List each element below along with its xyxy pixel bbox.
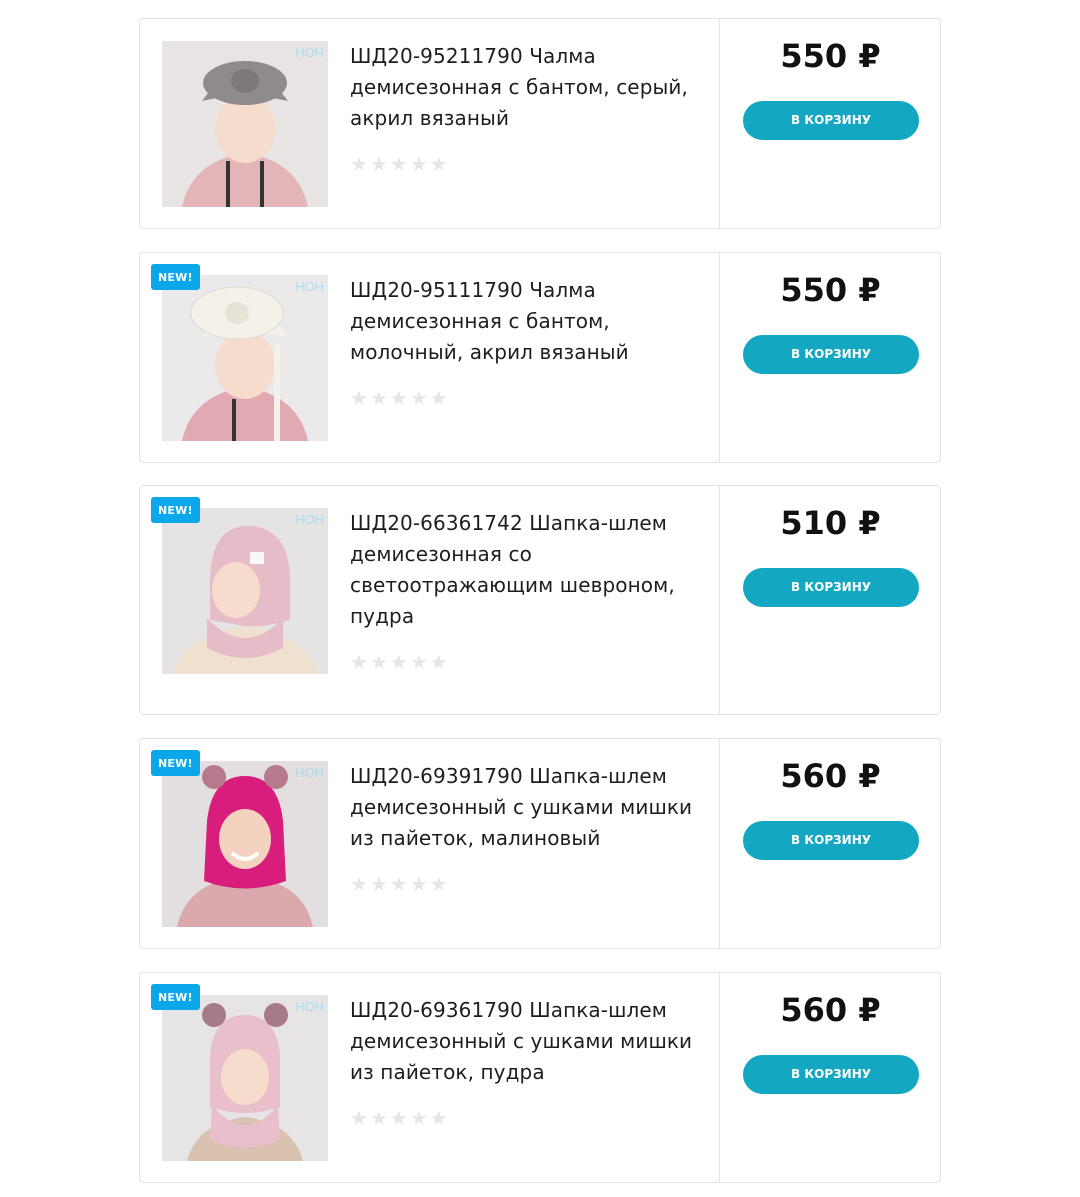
rating-stars[interactable]: ★ ★ ★ ★ ★ — [350, 1109, 448, 1129]
product-card: NEW! HOH ШД20-69361790 Шапка-шлем демисе… — [139, 972, 941, 1183]
product-photo — [162, 41, 328, 207]
product-title[interactable]: ШД20-95211790 Чалма демисезонная с банто… — [350, 41, 700, 134]
product-info: NEW! HOH ШД20-69361790 Шапка-шлем демисе… — [140, 973, 720, 1182]
product-price: 510 ₽ — [780, 504, 881, 542]
product-buy: 510 ₽ В КОРЗИНУ — [721, 486, 940, 714]
add-to-cart-button[interactable]: В КОРЗИНУ — [743, 101, 919, 140]
product-title[interactable]: ШД20-66361742 Шапка-шлем демисезонная со… — [350, 508, 700, 632]
rating-stars[interactable]: ★ ★ ★ ★ ★ — [350, 389, 448, 409]
product-info: HOH ШД20-95211790 Чалма демисезонная с б… — [140, 19, 720, 228]
add-to-cart-button[interactable]: В КОРЗИНУ — [743, 568, 919, 607]
product-title[interactable]: ШД20-95111790 Чалма демисезонная с банто… — [350, 275, 700, 368]
rating-stars[interactable]: ★ ★ ★ ★ ★ — [350, 155, 448, 175]
product-photo — [162, 761, 328, 927]
product-card: NEW! HOH ШД20-66361742 Шапка-шлем демисе… — [139, 485, 941, 715]
new-badge: NEW! — [151, 497, 200, 523]
star-icon[interactable]: ★ — [430, 653, 448, 673]
add-to-cart-button[interactable]: В КОРЗИНУ — [743, 821, 919, 860]
star-icon[interactable]: ★ — [370, 1109, 388, 1129]
add-to-cart-button[interactable]: В КОРЗИНУ — [743, 335, 919, 374]
new-badge: NEW! — [151, 264, 200, 290]
new-badge: NEW! — [151, 750, 200, 776]
star-icon[interactable]: ★ — [390, 653, 408, 673]
star-icon[interactable]: ★ — [370, 653, 388, 673]
star-icon[interactable]: ★ — [350, 875, 368, 895]
product-card: NEW! HOH ШД20-69391790 Шапка-шлем демисе… — [139, 738, 941, 949]
brand-logo-icon: HOH — [295, 765, 324, 780]
star-icon[interactable]: ★ — [430, 155, 448, 175]
product-list: HOH ШД20-95211790 Чалма демисезонная с б… — [0, 0, 1080, 1197]
new-badge: NEW! — [151, 984, 200, 1010]
star-icon[interactable]: ★ — [410, 1109, 428, 1129]
star-icon[interactable]: ★ — [350, 653, 368, 673]
star-icon[interactable]: ★ — [410, 875, 428, 895]
star-icon[interactable]: ★ — [410, 155, 428, 175]
star-icon[interactable]: ★ — [390, 155, 408, 175]
product-image[interactable]: HOH — [162, 761, 328, 927]
product-price: 550 ₽ — [780, 37, 881, 75]
product-buy: 560 ₽ В КОРЗИНУ — [721, 739, 940, 948]
product-title[interactable]: ШД20-69391790 Шапка-шлем демисезонный с … — [350, 761, 700, 854]
star-icon[interactable]: ★ — [370, 875, 388, 895]
product-image[interactable]: HOH — [162, 508, 328, 674]
star-icon[interactable]: ★ — [430, 875, 448, 895]
star-icon[interactable]: ★ — [350, 155, 368, 175]
add-to-cart-button[interactable]: В КОРЗИНУ — [743, 1055, 919, 1094]
star-icon[interactable]: ★ — [410, 653, 428, 673]
product-card: HOH ШД20-95211790 Чалма демисезонная с б… — [139, 18, 941, 229]
rating-stars[interactable]: ★ ★ ★ ★ ★ — [350, 875, 448, 895]
product-info: NEW! HOH ШД20-95111790 Чалма демисезонна… — [140, 253, 720, 462]
brand-logo-icon: HOH — [295, 999, 324, 1014]
star-icon[interactable]: ★ — [390, 389, 408, 409]
product-buy: 550 ₽ В КОРЗИНУ — [721, 253, 940, 462]
star-icon[interactable]: ★ — [410, 389, 428, 409]
product-price: 560 ₽ — [780, 991, 881, 1029]
product-photo — [162, 508, 328, 674]
product-price: 560 ₽ — [780, 757, 881, 795]
product-info: NEW! HOH ШД20-69391790 Шапка-шлем демисе… — [140, 739, 720, 948]
product-card: NEW! HOH ШД20-95111790 Чалма демисезонна… — [139, 252, 941, 463]
star-icon[interactable]: ★ — [390, 1109, 408, 1129]
product-price: 550 ₽ — [780, 271, 881, 309]
product-buy: 560 ₽ В КОРЗИНУ — [721, 973, 940, 1182]
brand-logo-icon: HOH — [295, 45, 324, 60]
brand-logo-icon: HOH — [295, 512, 324, 527]
product-image[interactable]: HOH — [162, 41, 328, 207]
product-photo — [162, 995, 328, 1161]
product-photo — [162, 275, 328, 441]
product-image[interactable]: HOH — [162, 995, 328, 1161]
star-icon[interactable]: ★ — [370, 389, 388, 409]
star-icon[interactable]: ★ — [430, 1109, 448, 1129]
star-icon[interactable]: ★ — [390, 875, 408, 895]
product-image[interactable]: HOH — [162, 275, 328, 441]
rating-stars[interactable]: ★ ★ ★ ★ ★ — [350, 653, 448, 673]
product-info: NEW! HOH ШД20-66361742 Шапка-шлем демисе… — [140, 486, 720, 714]
brand-logo-icon: HOH — [295, 279, 324, 294]
star-icon[interactable]: ★ — [430, 389, 448, 409]
product-buy: 550 ₽ В КОРЗИНУ — [721, 19, 940, 228]
star-icon[interactable]: ★ — [350, 1109, 368, 1129]
star-icon[interactable]: ★ — [370, 155, 388, 175]
product-title[interactable]: ШД20-69361790 Шапка-шлем демисезонный с … — [350, 995, 700, 1088]
star-icon[interactable]: ★ — [350, 389, 368, 409]
